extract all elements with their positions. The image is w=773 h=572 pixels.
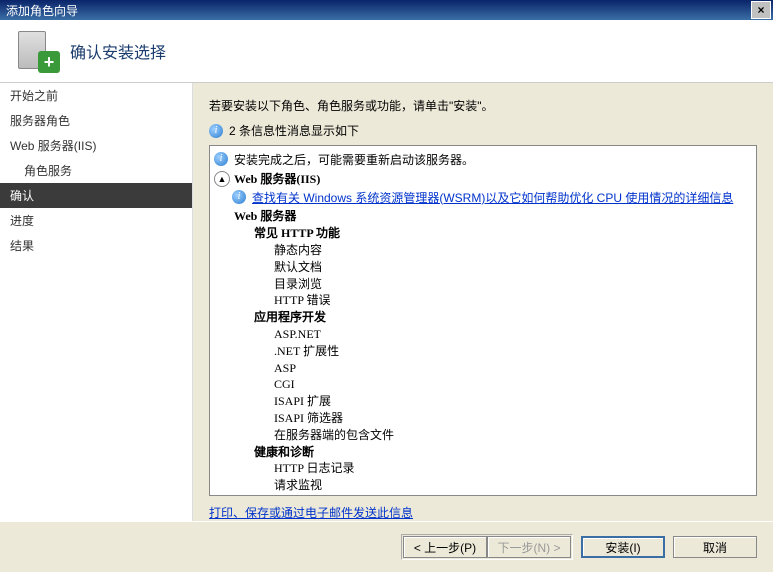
info-count-text: 2 条信息性消息显示如下	[229, 122, 359, 139]
window-title: 添加角色向导	[6, 2, 78, 19]
tree-item: 在服务器端的包含文件	[274, 427, 752, 444]
tree-item: .NET 扩展性	[274, 343, 752, 360]
previous-button[interactable]: < 上一步(P)	[403, 536, 487, 558]
sidebar-item-begin[interactable]: 开始之前	[0, 83, 192, 108]
main-content: 若要安装以下角色、角色服务或功能，请单击"安装"。 i 2 条信息性消息显示如下…	[193, 83, 773, 521]
tree-item: 请求监视	[274, 477, 752, 494]
instruction-text: 若要安装以下角色、角色服务或功能，请单击"安装"。	[209, 97, 757, 114]
tree-item: 目录浏览	[274, 276, 752, 293]
tree-item: ASP.NET	[274, 326, 752, 343]
selected-features-tree: Web 服务器 常见 HTTP 功能 静态内容 默认文档 目录浏览 HTTP 错…	[234, 208, 752, 494]
tree-item: 健康和诊断	[254, 444, 752, 461]
info-icon: i	[209, 124, 223, 138]
sidebar-item-server-roles[interactable]: 服务器角色	[0, 108, 192, 133]
wizard-icon: +	[18, 31, 58, 71]
install-button[interactable]: 安装(I)	[581, 536, 665, 558]
tree-item: 静态内容	[274, 242, 752, 259]
section-title-iis: Web 服务器(IIS)	[234, 171, 320, 188]
tree-item: ISAPI 筛选器	[274, 410, 752, 427]
title-bar: 添加角色向导 ×	[0, 0, 773, 20]
sidebar-item-confirm[interactable]: 确认	[0, 183, 192, 208]
close-button[interactable]: ×	[751, 1, 771, 19]
sidebar-item-progress[interactable]: 进度	[0, 208, 192, 233]
info-icon: i	[232, 190, 246, 204]
wizard-header: + 确认安装选择	[0, 20, 773, 83]
info-summary: i 2 条信息性消息显示如下	[209, 122, 757, 139]
print-save-email-link[interactable]: 打印、保存或通过电子邮件发送此信息	[209, 506, 413, 520]
collapse-icon[interactable]: ▲	[214, 171, 230, 187]
tree-item: ASP	[274, 360, 752, 377]
tree-item: ISAPI 扩展	[274, 393, 752, 410]
sidebar-item-role-services[interactable]: 角色服务	[0, 158, 192, 183]
wizard-steps-sidebar: 开始之前 服务器角色 Web 服务器(IIS) 角色服务 确认 进度 结果	[0, 83, 193, 521]
tree-item: 应用程序开发	[254, 309, 752, 326]
restart-warning: 安装完成之后，可能需要重新启动该服务器。	[234, 152, 474, 169]
tree-item: CGI	[274, 376, 752, 393]
next-button: 下一步(N) >	[487, 536, 571, 558]
tree-item: HTTP 错误	[274, 292, 752, 309]
wizard-footer: < 上一步(P) 下一步(N) > 安装(I) 取消	[0, 521, 773, 572]
sidebar-item-iis[interactable]: Web 服务器(IIS)	[0, 133, 192, 158]
page-title: 确认安装选择	[70, 39, 166, 63]
info-icon: i	[214, 152, 228, 166]
confirmation-details-box[interactable]: i 安装完成之后，可能需要重新启动该服务器。 ▲ Web 服务器(IIS) i …	[209, 145, 757, 496]
cancel-button[interactable]: 取消	[673, 536, 757, 558]
tree-item: Web 服务器	[234, 208, 752, 225]
wsrm-link[interactable]: 查找有关 Windows 系统资源管理器(WSRM)以及它如何帮助优化 CPU …	[252, 190, 733, 207]
tree-item: 常见 HTTP 功能	[254, 225, 752, 242]
tree-item: HTTP 日志记录	[274, 460, 752, 477]
tree-item: 默认文档	[274, 259, 752, 276]
sidebar-item-results[interactable]: 结果	[0, 233, 192, 258]
